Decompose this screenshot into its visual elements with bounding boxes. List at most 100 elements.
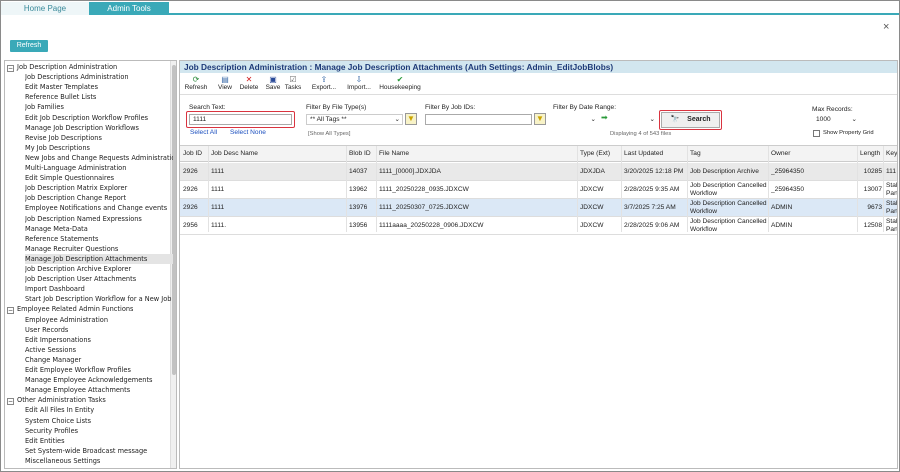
table-row[interactable]: 2956 1111. 13956 1111aaaa_20250228_0906.JDX… [180, 217, 897, 235]
job-ids-input[interactable] [425, 114, 532, 125]
col-header-blob-id[interactable]: Blob ID [349, 150, 377, 157]
cell-job-id: 2926 [183, 168, 198, 175]
tree-item-user-records[interactable]: User Records [25, 325, 173, 335]
tree-item-manage-job-description-attachments[interactable]: Manage Job Description Attachments [25, 253, 173, 264]
tab-admin-tools[interactable]: Admin Tools [89, 2, 169, 15]
table-row[interactable]: 2926 1111 14037 1111_[0000].JDXJDA JDXJDA 3/2… [180, 163, 897, 181]
job-ids-filter-icon[interactable]: ▼ [534, 113, 546, 125]
cell-blob-id: 13976 [349, 204, 368, 211]
show-property-grid-checkbox[interactable] [813, 130, 820, 137]
refresh-button[interactable]: Refresh [10, 40, 48, 52]
tree-item-job-description-matrix-explorer[interactable]: Job Description Matrix Explorer [25, 183, 173, 193]
cell-type-ext: JDXCW [580, 222, 604, 229]
toolbar-export-button[interactable]: ⇪ Export... [310, 75, 338, 91]
tree-item-multi-language-administration[interactable]: Multi-Language Administration [25, 163, 173, 173]
tree-item-edit-simple-questionnaires[interactable]: Edit Simple Questionnaires [25, 173, 173, 183]
toolbar-delete-button[interactable]: ✕ Delete [237, 75, 261, 91]
collapse-toggle-icon[interactable]: − [7, 307, 14, 315]
toolbar-button-label: View [218, 84, 232, 91]
cell-job-id: 2956 [183, 222, 198, 229]
tree-item-employee-notifications-and-change-events[interactable]: Employee Notifications and Change events [25, 203, 173, 213]
file-type-filter-icon[interactable]: ▼ [405, 113, 417, 125]
tree-item-job-description-change-report[interactable]: Job Description Change Report [25, 193, 173, 203]
tree-item-manage-meta-data[interactable]: Manage Meta-Data [25, 224, 173, 234]
cell-file-name: 1111_20250228_0935.JDXCW [379, 186, 469, 193]
housekeeping-icon: ✔ [396, 75, 404, 84]
export-icon: ⇪ [320, 75, 328, 84]
cell-job-desc-name: 1111. [211, 222, 227, 229]
tree-item-job-description-user-attachments[interactable]: Job Description User Attachments [25, 274, 173, 284]
tree-item-system-choice-lists[interactable]: System Choice Lists [25, 416, 173, 426]
tree-item-edit-entities[interactable]: Edit Entities [25, 436, 173, 446]
tree-item-edit-job-description-workflow-profiles[interactable]: Edit Job Description Workflow Profiles [25, 113, 173, 123]
tree-item-reference-statements[interactable]: Reference Statements [25, 234, 173, 244]
tree-item-miscellaneous-settings[interactable]: Miscellaneous Settings [25, 456, 173, 466]
col-header-length[interactable]: Length [860, 150, 882, 157]
toolbar-button-label: Tasks [284, 84, 302, 91]
col-header-job-desc-name[interactable]: Job Desc Name [211, 150, 341, 157]
col-header-last-updated[interactable]: Last Updated [624, 150, 686, 157]
tree-item-start-job-description-workflow-for-a-new-job[interactable]: Start Job Description Workflow for a New… [25, 294, 173, 304]
close-icon[interactable]: × [883, 21, 889, 33]
toolbar-button-label: Import... [347, 84, 371, 91]
file-type-select[interactable]: ** All Tags ** ⌄ [306, 114, 403, 125]
collapse-toggle-icon[interactable]: − [7, 398, 14, 406]
toolbar-tasks-button[interactable]: ☑ Tasks [284, 75, 302, 91]
tree-item-edit-impersonations[interactable]: Edit Impersonations [25, 335, 173, 345]
col-header-tag[interactable]: Tag [690, 150, 768, 157]
select-all-link[interactable]: Select All [190, 129, 217, 136]
tree-item-security-profiles[interactable]: Security Profiles [25, 426, 173, 436]
column-divider [577, 146, 578, 232]
tree-group-employee-related-admin-functions[interactable]: − Employee Related Admin Functions [7, 304, 133, 315]
tree-item-new-jobs-and-change-requests-administration[interactable]: New Jobs and Change Requests Administrat… [25, 153, 173, 163]
col-header-file-name[interactable]: File Name [379, 150, 569, 157]
col-header-owner[interactable]: Owner [771, 150, 851, 157]
tree-item-job-description-archive-explorer[interactable]: Job Description Archive Explorer [25, 264, 173, 274]
tree-item-edit-employee-workflow-profiles[interactable]: Edit Employee Workflow Profiles [25, 365, 173, 375]
toolbar-save-button[interactable]: ▣ Save [264, 75, 282, 91]
toolbar-view-button[interactable]: ▤ View [218, 75, 232, 91]
table-row[interactable]: 2926 1111 13962 1111_20250228_0935.JDXCW JDX… [180, 181, 897, 199]
tree-item-job-families[interactable]: Job Families [25, 102, 173, 112]
tree-item-manage-job-description-workflows[interactable]: Manage Job Description Workflows [25, 123, 173, 133]
toolbar-import-button[interactable]: ⇩ Import... [345, 75, 373, 91]
col-header-type-ext[interactable]: Type (Ext) [580, 150, 622, 157]
tree-item-revise-job-descriptions[interactable]: Revise Job Descriptions [25, 133, 173, 143]
col-header-key[interactable]: Key [886, 150, 897, 157]
tree-item-change-manager[interactable]: Change Manager [25, 355, 173, 365]
toolbar: ⟳ Refresh ▤ View ✕ Delete ▣ Save ☑ Tasks ⇪ Export..… [180, 73, 897, 95]
date-from-select[interactable]: ⌄ [553, 114, 599, 125]
max-records-select[interactable]: 1000 ⌄ [812, 114, 860, 125]
tree-item-manage-employee-attachments[interactable]: Manage Employee Attachments [25, 385, 173, 395]
search-text-highlight [186, 111, 295, 128]
tasks-icon: ☑ [289, 75, 297, 84]
toolbar-housekeeping-button[interactable]: ✔ Housekeeping [378, 75, 422, 91]
date-to-select[interactable]: ⌄ [612, 114, 658, 125]
tree-item-active-sessions[interactable]: Active Sessions [25, 345, 173, 355]
tree-item-import-dashboard[interactable]: Import Dashboard [25, 284, 173, 294]
cell-owner: _25964350 [771, 168, 805, 175]
tree-item-edit-master-templates[interactable]: Edit Master Templates [25, 82, 173, 92]
tree-item-job-description-named-expressions[interactable]: Job Description Named Expressions [25, 214, 173, 224]
toolbar-button-label: Refresh [184, 84, 208, 91]
tree-item-manage-recruiter-questions[interactable]: Manage Recruiter Questions [25, 244, 173, 254]
toolbar-refresh-button[interactable]: ⟳ Refresh [184, 75, 208, 91]
cell-last-updated: 3/20/2025 12:18 PM [624, 168, 684, 175]
file-type-hint: [Show All Types] [308, 131, 351, 137]
col-header-job-id[interactable]: Job ID [183, 150, 209, 157]
tree-item-my-job-descriptions[interactable]: My Job Descriptions [25, 143, 173, 153]
tree-group-job-description-administration[interactable]: − Job Description Administration [7, 62, 117, 72]
collapse-toggle-icon[interactable]: − [7, 65, 14, 72]
tree-item-manage-employee-acknowledgements[interactable]: Manage Employee Acknowledgements [25, 375, 173, 385]
tab-home-page[interactable]: Home Page [1, 2, 89, 15]
tree-item-edit-all-files-in-entity[interactable]: Edit All Files In Entity [25, 405, 173, 415]
tree-item-employee-administration[interactable]: Employee Administration [25, 315, 173, 325]
cell-file-name: 1111aaaa_20250228_0906.JDXCW [379, 222, 484, 229]
tree-group-other-administration-tasks[interactable]: − Other Administration Tasks [7, 395, 106, 406]
tree-item-set-system-wide-broadcast-message[interactable]: Set System-wide Broadcast message [25, 446, 173, 456]
tree-item-job-descriptions-administration[interactable]: Job Descriptions Administration [25, 72, 173, 82]
tree-item-reference-bullet-lists[interactable]: Reference Bullet Lists [25, 92, 173, 102]
table-row[interactable]: 2926 1111 13976 1111_20250307_0725.JDXCW JDX… [180, 199, 897, 217]
select-none-link[interactable]: Select None [230, 129, 266, 136]
toolbar-button-label: Housekeeping [379, 84, 421, 91]
